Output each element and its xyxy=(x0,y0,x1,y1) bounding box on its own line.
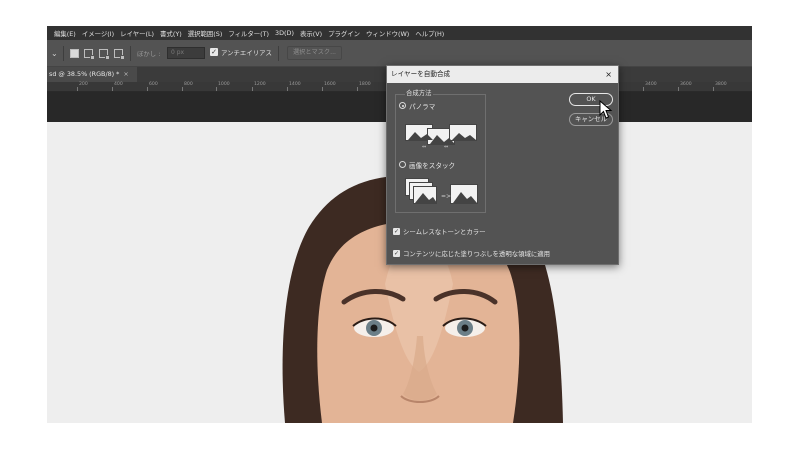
subtract-from-selection-icon[interactable] xyxy=(99,49,110,60)
svg-text:⇔: ⇔ xyxy=(422,144,426,149)
seamless-tones-checkbox[interactable]: ✓ xyxy=(393,228,400,235)
add-to-selection-icon[interactable] xyxy=(84,49,95,60)
ruler-tick xyxy=(322,87,323,91)
ruler-label: 200 xyxy=(79,82,88,87)
menu-select[interactable]: 選択範囲(S) xyxy=(188,29,223,38)
antialias-checkbox[interactable]: ✓ xyxy=(210,48,218,56)
ruler-label: 1200 xyxy=(254,82,266,87)
ruler-label: 3600 xyxy=(680,82,692,87)
ruler-label: 3800 xyxy=(715,82,727,87)
options-separator xyxy=(63,46,64,61)
content-aware-fill-checkbox[interactable]: ✓ xyxy=(393,250,400,257)
menu-plugins[interactable]: プラグイン xyxy=(328,29,360,38)
left-pupil xyxy=(370,324,378,332)
ruler-tick xyxy=(643,87,644,91)
options-separator xyxy=(278,46,279,61)
blend-method-label: 合成方法 xyxy=(405,88,433,97)
ruler-tick xyxy=(147,87,148,91)
menu-view[interactable]: 表示(V) xyxy=(300,29,322,38)
ruler-tick xyxy=(182,87,183,91)
ruler-tick xyxy=(713,87,714,91)
menu-edit[interactable]: 編集(E) xyxy=(54,29,76,38)
menu-help[interactable]: ヘルプ(H) xyxy=(415,29,444,38)
menu-window[interactable]: ウィンドウ(W) xyxy=(366,29,409,38)
tab-close-icon[interactable]: × xyxy=(123,70,128,78)
svg-text:⇔: ⇔ xyxy=(444,144,448,149)
new-selection-icon[interactable] xyxy=(70,49,79,58)
document-tab-title: sd @ 38.5% (RGB/8) * xyxy=(49,70,120,78)
right-pupil xyxy=(461,324,469,332)
seamless-tones-label: シームレスなトーンとカラー xyxy=(403,228,486,236)
mouse-cursor-icon xyxy=(599,100,613,119)
close-icon[interactable]: × xyxy=(605,66,612,83)
stack-images-radio[interactable] xyxy=(399,161,406,168)
content-aware-fill-label: コンテンツに応じた塗りつぶしを透明な領域に適用 xyxy=(403,250,551,258)
ruler-tick xyxy=(678,87,679,91)
feather-input[interactable]: 0 px xyxy=(167,47,205,59)
intersect-selection-icon[interactable] xyxy=(114,49,125,60)
menu-filter[interactable]: フィルター(T) xyxy=(228,29,269,38)
ruler-label: 600 xyxy=(149,82,158,87)
tool-preset-chevron-icon[interactable]: ⌄ xyxy=(51,49,58,58)
ruler-tick xyxy=(252,87,253,91)
mountain-icon: => xyxy=(415,192,477,203)
panorama-radio[interactable] xyxy=(399,102,406,109)
dialog-title-bar: レイヤーを自動合成 × xyxy=(387,66,618,83)
ruler-label: 400 xyxy=(114,82,123,87)
ruler-label: 3400 xyxy=(645,82,657,87)
menu-layer[interactable]: レイヤー(L) xyxy=(120,29,154,38)
panorama-label: パノラマ xyxy=(409,103,436,111)
menu-type[interactable]: 書式(Y) xyxy=(160,29,182,38)
menu-bar: 編集(E) イメージ(I) レイヤー(L) 書式(Y) 選択範囲(S) フィルタ… xyxy=(47,26,752,40)
svg-text:=>: => xyxy=(441,193,451,200)
mountain-icon: ⇔ ⇔ xyxy=(408,132,476,149)
auto-blend-dialog: レイヤーを自動合成 × 合成方法 パノラマ ⇔ ⇔ 画像をスタック => ✓ シ… xyxy=(386,65,619,265)
ruler-tick xyxy=(287,87,288,91)
stack-images-label: 画像をスタック xyxy=(409,162,456,170)
options-bar: ⌄ ぼかし : 0 px ✓ アンチエイリアス 選択とマスク... xyxy=(47,40,752,67)
antialias-label: アンチエイリアス xyxy=(221,49,272,57)
menu-3d[interactable]: 3D(D) xyxy=(275,29,294,37)
ruler-label: 1600 xyxy=(324,82,336,87)
ruler-tick xyxy=(357,87,358,91)
ruler-label: 1000 xyxy=(218,82,230,87)
select-and-mask-button[interactable]: 選択とマスク... xyxy=(287,46,342,60)
document-tab[interactable]: sd @ 38.5% (RGB/8) * × xyxy=(47,67,137,82)
options-separator xyxy=(130,46,131,61)
ruler-tick xyxy=(112,87,113,91)
dialog-title: レイヤーを自動合成 xyxy=(391,70,451,78)
feather-label: ぼかし : xyxy=(137,50,161,58)
ruler-label: 1400 xyxy=(289,82,301,87)
menu-image[interactable]: イメージ(I) xyxy=(82,29,114,38)
ruler-tick xyxy=(216,87,217,91)
ruler-tick xyxy=(77,87,78,91)
ruler-label: 1800 xyxy=(359,82,371,87)
ruler-label: 800 xyxy=(184,82,193,87)
